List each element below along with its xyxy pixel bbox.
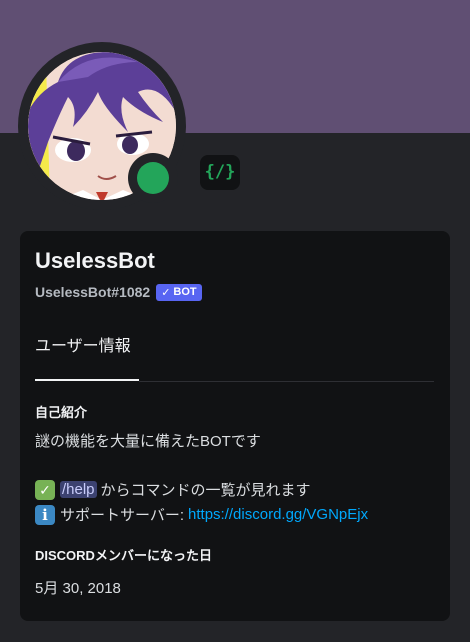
bot-badge-label: BOT (173, 286, 197, 298)
check-mark-icon: ✓ (35, 479, 55, 500)
tab-user-info[interactable]: ユーザー情報 (35, 332, 131, 356)
bot-badge: ✓ BOT (156, 283, 202, 301)
online-status-icon (137, 162, 169, 194)
slash-commands-badge-icon[interactable]: {/} (200, 155, 240, 190)
verified-check-icon: ✓ (161, 286, 171, 299)
support-server-link[interactable]: https://discord.gg/VGNpEjx (188, 506, 368, 523)
about-me-line-3: i サポートサーバー: https://discord.gg/VGNpEjx (35, 504, 368, 525)
help-command[interactable]: /help (60, 481, 97, 498)
tab-divider (139, 381, 434, 382)
about-me-line-1: 謎の機能を大量に備えたBOTです (35, 433, 261, 450)
status-indicator (128, 153, 178, 203)
tab-active-indicator (35, 379, 139, 381)
about-me-line-2: ✓ /help からコマンドの一覧が見れます (35, 479, 311, 500)
member-since-date: 5月 30, 2018 (35, 580, 121, 597)
about-me-line-2-text: からコマンドの一覧が見れます (100, 482, 311, 499)
username[interactable]: UselessBot#1082 (35, 284, 150, 300)
username-row: UselessBot#1082 ✓ BOT (35, 282, 202, 302)
about-me-title: 自己紹介 (35, 405, 88, 420)
display-name: UselessBot (35, 248, 155, 273)
info-icon: i (35, 504, 55, 525)
about-me-line-3-text: サポートサーバー: (60, 507, 185, 524)
member-since-title: DISCORDメンバーになった日 (35, 548, 212, 563)
profile-card: UselessBot UselessBot#1082 ✓ BOT ユーザー情報 … (20, 231, 450, 621)
